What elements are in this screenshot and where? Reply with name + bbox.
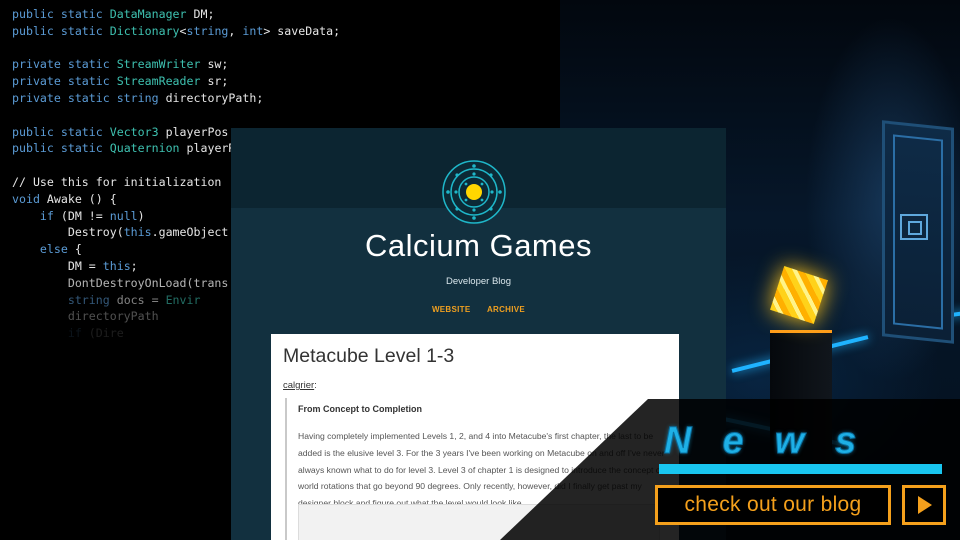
code-line: private static StreamWriter sw; xyxy=(12,57,229,72)
calcium-atom-logo-icon xyxy=(442,160,506,224)
code-line: public static DataManager DM; xyxy=(12,7,215,21)
news-accent-bar xyxy=(659,464,942,474)
site-title[interactable]: Calcium Games xyxy=(231,228,726,264)
post-author-link[interactable]: calgrier xyxy=(283,380,314,391)
play-button[interactable] xyxy=(902,485,946,525)
post-author: calgrier: xyxy=(283,380,317,391)
site-nav: WEBSITE ARCHIVE xyxy=(231,299,726,317)
glowing-metacube xyxy=(770,266,828,324)
play-triangle-icon xyxy=(918,496,932,514)
site-tagline: Developer Blog xyxy=(446,276,511,287)
post-subheading: From Concept to Completion xyxy=(298,404,422,414)
check-out-blog-button[interactable]: check out our blog xyxy=(655,485,891,525)
code-line: public static Dictionary<string, int> sa… xyxy=(12,23,341,38)
post-author-suffix: : xyxy=(314,380,317,391)
door-glyph-icon xyxy=(900,214,928,240)
post-title[interactable]: Metacube Level 1-3 xyxy=(283,345,454,368)
nav-website-link[interactable]: WEBSITE xyxy=(432,305,471,314)
code-line: private static string directoryPath; xyxy=(12,90,264,105)
news-title: News xyxy=(664,420,888,463)
code-line: private static StreamReader sr; xyxy=(12,74,229,89)
nav-archive-link[interactable]: ARCHIVE xyxy=(487,305,525,314)
